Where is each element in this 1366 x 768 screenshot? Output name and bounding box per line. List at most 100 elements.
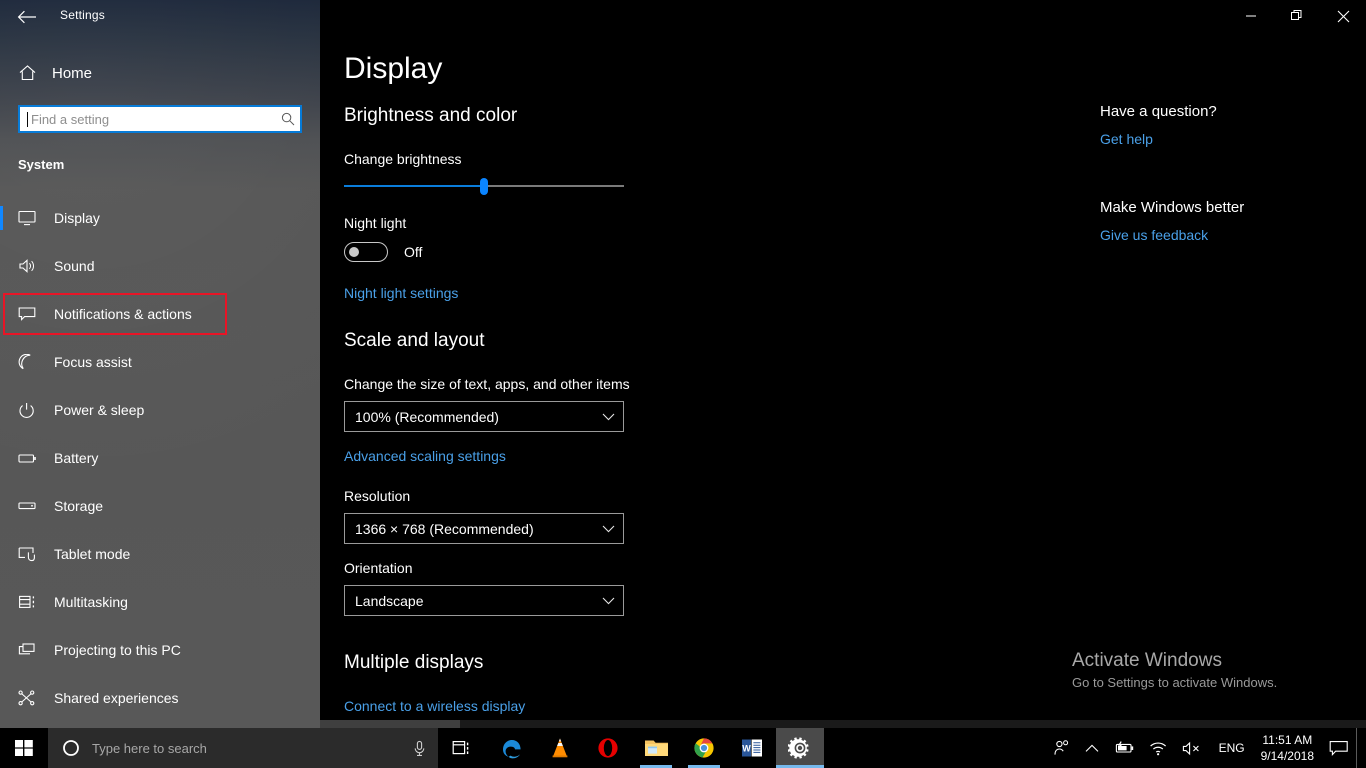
minimize-icon[interactable] [1228,0,1274,32]
page-title: Display [344,52,442,86]
sidebar-item-label: Sound [54,258,94,274]
night-light-label: Night light [344,215,406,231]
night-light-toggle[interactable] [344,242,388,262]
scrollbar-thumb[interactable] [320,720,460,728]
scale-dropdown[interactable]: 100% (Recommended) [344,401,624,432]
moon-icon [18,354,48,371]
title-bar: Settings [0,0,1366,32]
window-controls [1228,0,1366,32]
sidebar-item-multitasking[interactable]: Multitasking [0,578,320,626]
power-icon [18,402,48,419]
section-heading-brightness: Brightness and color [344,105,517,127]
resolution-dropdown-value: 1366 × 768 (Recommended) [355,521,534,537]
horizontal-scrollbar[interactable] [320,720,1366,728]
scale-dropdown-value: 100% (Recommended) [355,409,499,425]
tablet-icon [18,546,48,562]
chevron-down-icon [602,413,615,421]
taskbar-app-opera[interactable] [584,728,632,768]
orientation-label: Orientation [344,560,412,576]
taskbar: W [0,728,1366,768]
sidebar-item-home[interactable]: Home [0,58,320,88]
taskbar-app-vlc[interactable] [536,728,584,768]
advanced-scaling-link[interactable]: Advanced scaling settings [344,448,506,464]
language-indicator[interactable]: ENG [1211,741,1253,755]
slider-fill [344,185,484,187]
taskbar-search-box[interactable] [48,728,438,768]
sidebar-item-label: Projecting to this PC [54,642,181,658]
windows-start-icon[interactable] [0,728,48,768]
sidebar-item-focus-assist[interactable]: Focus assist [0,338,320,386]
sidebar-item-label: Display [54,210,100,226]
taskbar-app-chrome[interactable] [680,728,728,768]
section-heading-multiple-displays: Multiple displays [344,652,483,674]
task-view-icon[interactable] [438,728,486,768]
chevron-up-icon[interactable] [1078,728,1106,768]
people-icon[interactable] [1046,728,1078,768]
sidebar-item-sound[interactable]: Sound [0,242,320,290]
settings-content: Display Brightness and color Change brig… [320,0,1366,728]
orientation-dropdown[interactable]: Landscape [344,585,624,616]
sidebar-item-display[interactable]: Display [0,194,320,242]
taskbar-app-settings[interactable] [776,728,824,768]
chevron-down-icon [602,525,615,533]
search-icon[interactable] [276,112,300,126]
taskbar-search-input[interactable] [84,741,406,756]
night-light-settings-link[interactable]: Night light settings [344,285,458,301]
sidebar-item-tablet-mode[interactable]: Tablet mode [0,530,320,578]
restore-icon[interactable] [1274,0,1320,32]
clock-date: 9/14/2018 [1261,748,1314,764]
share-icon [18,690,48,706]
window-title: Settings [60,8,105,22]
activate-windows-watermark: Activate Windows Go to Settings to activ… [1072,650,1366,690]
battery-charging-icon[interactable] [1106,728,1142,768]
notification-icon [18,306,48,322]
home-icon [18,64,46,82]
sidebar-item-label: Notifications & actions [54,306,192,322]
settings-sidebar: Home System Display [0,0,320,728]
give-feedback-link[interactable]: Give us feedback [1100,227,1208,243]
section-heading-scale: Scale and layout [344,330,485,352]
system-tray: ENG 11:51 AM 9/14/2018 [1046,728,1366,768]
resolution-label: Resolution [344,488,410,504]
sidebar-item-battery[interactable]: Battery [0,434,320,482]
wireless-display-link[interactable]: Connect to a wireless display [344,698,525,714]
cortana-circle-icon[interactable] [58,739,84,757]
monitor-icon [18,210,48,226]
toggle-knob [349,247,359,257]
action-center-icon[interactable] [1322,728,1356,768]
sidebar-home-label: Home [52,65,92,82]
search-input[interactable] [28,112,276,127]
chevron-down-icon [602,597,615,605]
microphone-icon[interactable] [406,740,432,757]
sidebar-item-label: Focus assist [54,354,132,370]
watermark-title: Activate Windows [1072,650,1366,672]
speaker-muted-icon[interactable] [1175,728,1211,768]
back-arrow-icon[interactable] [10,4,44,30]
sidebar-item-projecting[interactable]: Projecting to this PC [0,626,320,674]
wifi-icon[interactable] [1142,728,1175,768]
sidebar-nav: Display Sound Notifications & actions [0,194,320,722]
sidebar-item-shared-experiences[interactable]: Shared experiences [0,674,320,722]
sidebar-item-label: Shared experiences [54,690,179,706]
clock[interactable]: 11:51 AM 9/14/2018 [1253,728,1322,768]
slider-thumb[interactable] [480,178,488,195]
project-icon [18,642,48,658]
brightness-slider[interactable] [344,176,624,196]
help-better-heading: Make Windows better [1100,199,1244,216]
multitasking-icon [18,594,48,610]
taskbar-app-word[interactable]: W [728,728,776,768]
night-light-state: Off [404,244,422,260]
sidebar-item-storage[interactable]: Storage [0,482,320,530]
sidebar-group-title: System [18,157,64,172]
sidebar-item-notifications-actions[interactable]: Notifications & actions [0,290,320,338]
resolution-dropdown[interactable]: 1366 × 768 (Recommended) [344,513,624,544]
sidebar-item-power-sleep[interactable]: Power & sleep [0,386,320,434]
taskbar-app-edge[interactable] [488,728,536,768]
settings-window: Settings Home [0,0,1366,728]
taskbar-app-file-explorer[interactable] [632,728,680,768]
close-icon[interactable] [1320,0,1366,32]
speaker-icon [18,258,48,274]
get-help-link[interactable]: Get help [1100,131,1153,147]
show-desktop-button[interactable] [1356,728,1362,768]
search-box[interactable] [18,105,302,133]
